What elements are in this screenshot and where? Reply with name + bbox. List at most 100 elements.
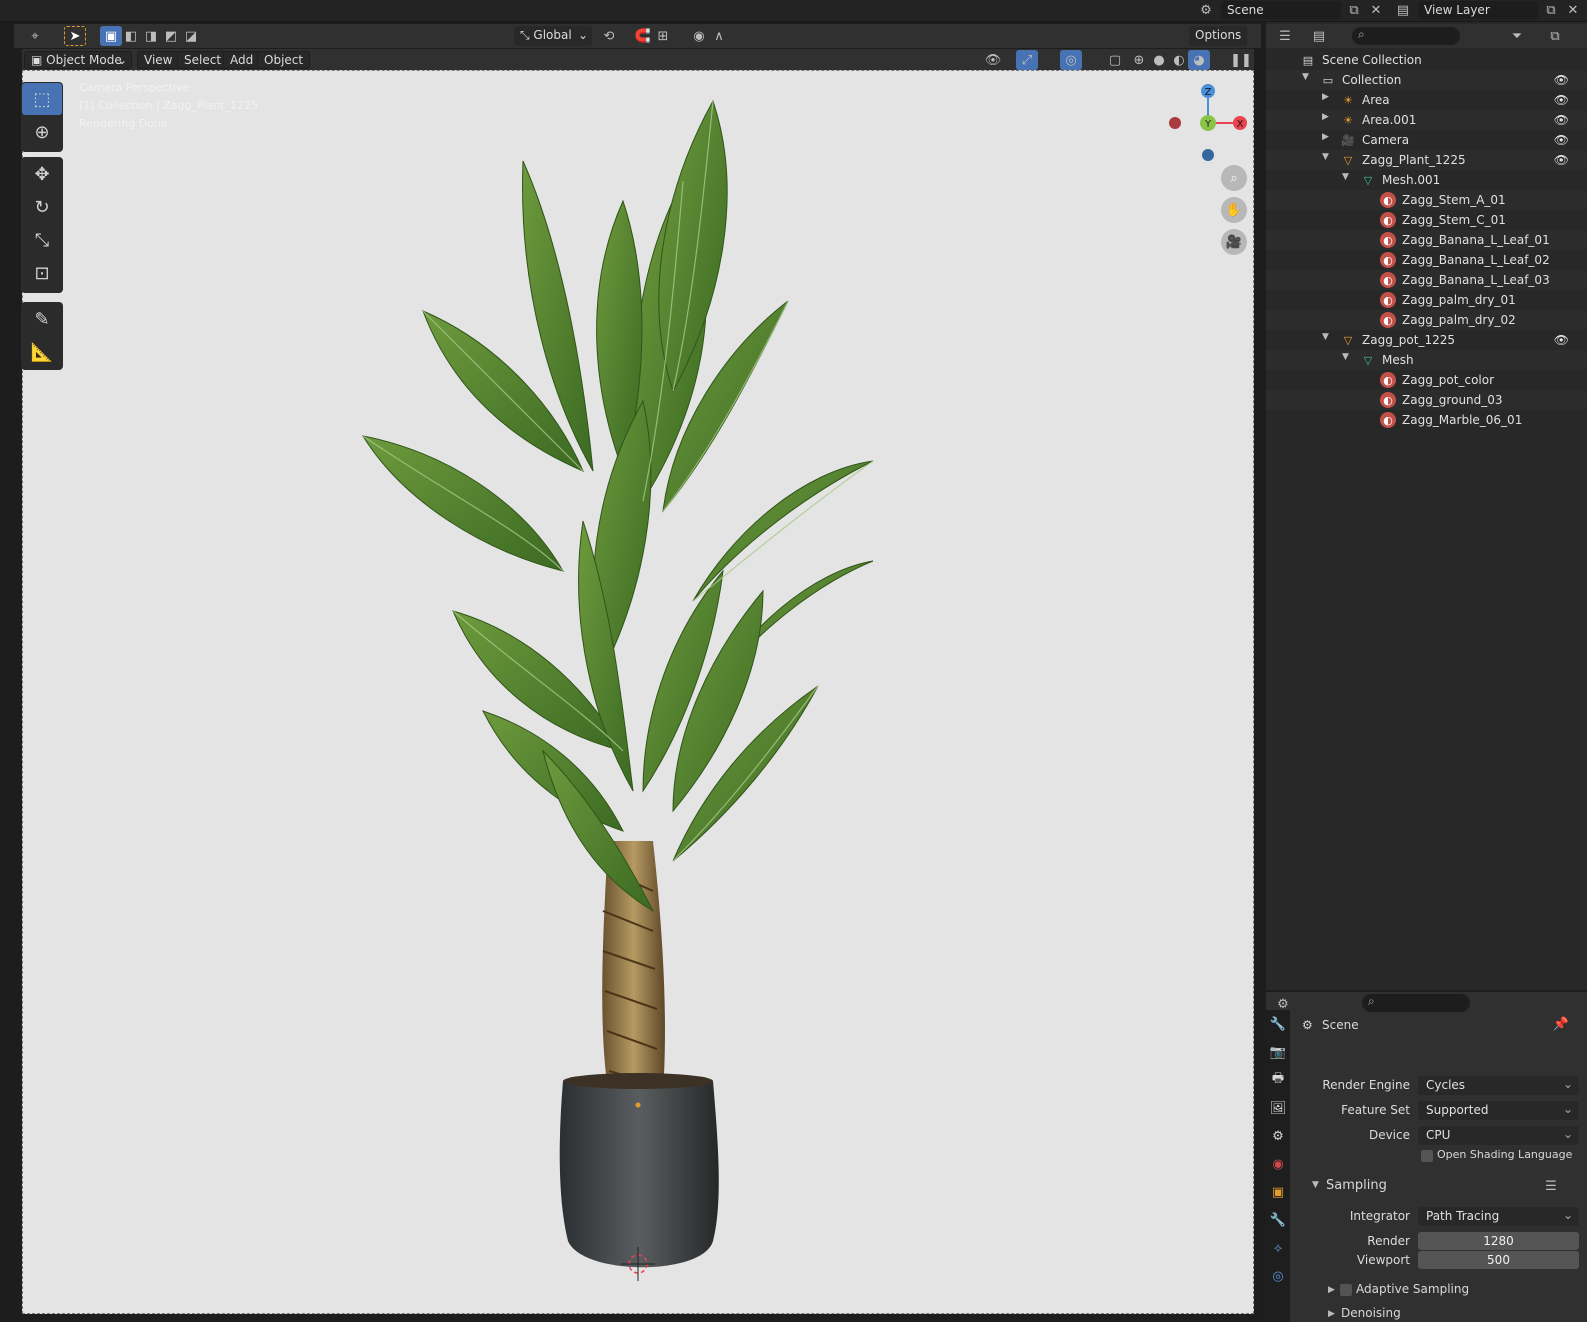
feature-set-dropdown[interactable]: Supported ⌄ bbox=[1418, 1101, 1579, 1120]
eye-icon[interactable]: 👁 bbox=[1554, 73, 1569, 87]
outliner-row[interactable]: ▼ ▽ Mesh.001 bbox=[1266, 170, 1587, 190]
cursor-icon[interactable]: ⊕ bbox=[22, 116, 62, 148]
scene-selector[interactable]: Scene bbox=[1221, 1, 1341, 19]
visibility-icon[interactable]: 👁 bbox=[982, 50, 1004, 70]
solid-shading-icon[interactable]: ● bbox=[1148, 50, 1170, 70]
outliner-row[interactable]: ◐ Zagg_Marble_06_01 bbox=[1266, 410, 1587, 430]
eye-icon[interactable]: 👁 bbox=[1554, 153, 1569, 167]
navigation-gizmo[interactable]: Z Y X bbox=[1163, 81, 1253, 171]
pause-render-icon[interactable]: ❚❚ bbox=[1230, 50, 1252, 70]
modifier-tab-icon[interactable]: 🔧 bbox=[1266, 1206, 1290, 1234]
output-tab-icon[interactable]: 🖶 bbox=[1266, 1066, 1290, 1094]
rotate-icon[interactable]: ↻ bbox=[22, 191, 62, 223]
select-tool-icon[interactable]: ➤ bbox=[64, 26, 86, 46]
scene-tab-icon[interactable]: ⚙ bbox=[1266, 1122, 1290, 1150]
xray-icon[interactable]: ▢ bbox=[1104, 50, 1126, 70]
outliner-row[interactable]: ▶ ☀ Area 👁 bbox=[1266, 90, 1587, 110]
adaptive-sampling-checkbox[interactable] bbox=[1340, 1284, 1352, 1296]
menu-add[interactable]: Add bbox=[223, 51, 261, 69]
transform-icon[interactable]: ⊡ bbox=[22, 257, 62, 289]
select-box-icon[interactable]: ⬚ bbox=[22, 83, 62, 115]
outliner-row[interactable]: ▼ ▽ Zagg_pot_1225 👁 bbox=[1266, 330, 1587, 350]
pan-hand-icon[interactable]: ✋ bbox=[1221, 197, 1247, 223]
outliner-row[interactable]: ◐ Zagg_Banana_L_Leaf_02 bbox=[1266, 250, 1587, 270]
display-mode-icon[interactable]: ▤ bbox=[1308, 26, 1330, 46]
eye-icon[interactable]: 👁 bbox=[1554, 333, 1569, 347]
view-layer-tab-icon[interactable]: 🖼 bbox=[1266, 1094, 1290, 1122]
outliner-editor-icon[interactable]: ☰ bbox=[1274, 26, 1296, 46]
select-intersect-icon[interactable]: ◪ bbox=[180, 26, 202, 46]
denoising-expand-icon[interactable]: ▶ bbox=[1328, 1309, 1335, 1319]
pin-icon[interactable]: 📌 bbox=[1550, 1014, 1572, 1034]
transform-orientation-dropdown[interactable]: ⤡ Global ⌄ bbox=[514, 26, 592, 46]
outliner-search-input[interactable]: ⌕ bbox=[1352, 27, 1460, 45]
render-tab-icon[interactable]: 📷 bbox=[1266, 1038, 1290, 1066]
particles-tab-icon[interactable]: ⟡ bbox=[1266, 1234, 1290, 1262]
collapse-icon[interactable]: ▼ bbox=[1302, 72, 1309, 82]
filter-icon[interactable]: ⏷ bbox=[1506, 26, 1528, 46]
eye-icon[interactable]: 👁 bbox=[1554, 133, 1569, 147]
scale-icon[interactable]: ⤡ bbox=[22, 224, 62, 256]
outliner-row[interactable]: ◐ Zagg_Banana_L_Leaf_03 bbox=[1266, 270, 1587, 290]
falloff-icon[interactable]: ∧ bbox=[708, 26, 730, 46]
collapse-icon[interactable]: ▼ bbox=[1322, 332, 1329, 342]
expand-icon[interactable]: ▶ bbox=[1322, 132, 1329, 142]
device-dropdown[interactable]: CPU ⌄ bbox=[1418, 1126, 1579, 1145]
expand-icon[interactable]: ▶ bbox=[1322, 92, 1329, 102]
zoom-icon[interactable]: ⌕ bbox=[1221, 165, 1247, 191]
physics-tab-icon[interactable]: ◎ bbox=[1266, 1262, 1290, 1290]
menu-view[interactable]: View bbox=[137, 51, 180, 69]
overlays-icon[interactable]: ◎ bbox=[1060, 50, 1082, 70]
outliner-row[interactable]: ▼ ▭ Collection 👁 bbox=[1266, 70, 1587, 90]
eye-icon[interactable]: 👁 bbox=[1554, 93, 1569, 107]
select-new-icon[interactable]: ▣ bbox=[100, 26, 122, 46]
tool-tab-icon[interactable]: 🔧 bbox=[1266, 1010, 1290, 1038]
view-layer-selector[interactable]: View Layer bbox=[1418, 1, 1538, 19]
outliner-row[interactable]: ▶ ☀ Area.001 👁 bbox=[1266, 110, 1587, 130]
presets-list-icon[interactable]: ☰ bbox=[1540, 1176, 1562, 1196]
outliner-row[interactable]: ▼ ▽ Mesh bbox=[1266, 350, 1587, 370]
render-engine-dropdown[interactable]: Cycles ⌄ bbox=[1418, 1076, 1579, 1095]
sampling-header[interactable]: Sampling bbox=[1326, 1178, 1387, 1193]
collapse-icon[interactable]: ▼ bbox=[1342, 352, 1349, 362]
viewport-canvas[interactable]: Camera Perspective (1) Collection | Zagg… bbox=[22, 70, 1254, 1314]
integrator-dropdown[interactable]: Path Tracing ⌄ bbox=[1418, 1207, 1579, 1226]
snap-target-icon[interactable]: ⊞ bbox=[652, 26, 674, 46]
annotate-icon[interactable]: ✎ bbox=[22, 303, 62, 335]
menu-object[interactable]: Object bbox=[257, 51, 311, 69]
new-collection-icon[interactable]: ⧉ bbox=[1544, 26, 1566, 46]
snap-icon[interactable]: 🧲 bbox=[632, 26, 654, 46]
outliner-row[interactable]: ◐ Zagg_ground_03 bbox=[1266, 390, 1587, 410]
render-samples-field[interactable]: 1280 bbox=[1418, 1232, 1579, 1250]
close-scene-icon[interactable]: ✕ bbox=[1365, 0, 1387, 20]
world-tab-icon[interactable]: ◉ bbox=[1266, 1150, 1290, 1178]
pivot-point-icon[interactable]: ⟲ bbox=[598, 26, 620, 46]
outliner-row[interactable]: ▶ 🎥 Camera 👁 bbox=[1266, 130, 1587, 150]
outliner-row[interactable]: ▼ ▽ Zagg_Plant_1225 👁 bbox=[1266, 150, 1587, 170]
outliner-row[interactable]: ◐ Zagg_Stem_A_01 bbox=[1266, 190, 1587, 210]
select-invert-icon[interactable]: ◩ bbox=[160, 26, 182, 46]
gizmo-icon[interactable]: ⤢ bbox=[1016, 50, 1038, 70]
move-icon[interactable]: ✥ bbox=[22, 158, 62, 190]
collapse-icon[interactable]: ▼ bbox=[1322, 152, 1329, 162]
denoising-label[interactable]: Denoising bbox=[1341, 1306, 1401, 1320]
wireframe-shading-icon[interactable]: ⊕ bbox=[1128, 50, 1150, 70]
adaptive-expand-icon[interactable]: ▶ bbox=[1328, 1285, 1335, 1295]
proportional-edit-icon[interactable]: ◉ bbox=[688, 26, 710, 46]
expand-icon[interactable]: ▶ bbox=[1322, 112, 1329, 122]
editor-type-icon[interactable]: ⌖ bbox=[24, 26, 46, 46]
select-subtract-icon[interactable]: ◨ bbox=[140, 26, 162, 46]
rendered-shading-icon[interactable]: ◕ bbox=[1188, 50, 1210, 70]
outliner-row[interactable]: ▤ Scene Collection bbox=[1266, 50, 1587, 70]
osl-checkbox[interactable] bbox=[1421, 1150, 1433, 1162]
outliner-row[interactable]: ◐ Zagg_Stem_C_01 bbox=[1266, 210, 1587, 230]
view-layer-icon[interactable]: ▤ bbox=[1392, 0, 1414, 20]
outliner-row[interactable]: ◐ Zagg_palm_dry_02 bbox=[1266, 310, 1587, 330]
new-view-layer-icon[interactable]: ⧉ bbox=[1540, 0, 1562, 20]
sampling-collapse-icon[interactable]: ▼ bbox=[1312, 1180, 1319, 1190]
properties-search-input[interactable]: ⌕ bbox=[1362, 994, 1470, 1012]
options-button[interactable]: Options bbox=[1189, 26, 1247, 46]
menu-select[interactable]: Select bbox=[177, 51, 229, 69]
collapse-icon[interactable]: ▼ bbox=[1342, 172, 1349, 182]
mode-selector[interactable]: ▣ Object Mode ⌄ bbox=[24, 51, 132, 69]
